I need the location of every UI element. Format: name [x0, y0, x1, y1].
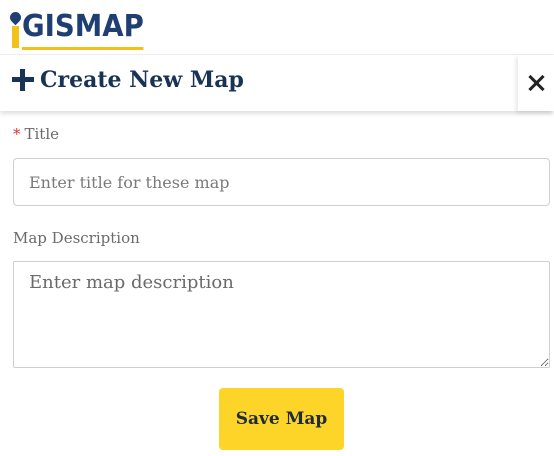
title-label-text: Title — [24, 125, 60, 143]
title-input[interactable] — [13, 158, 550, 206]
map-pin-icon — [7, 9, 24, 50]
save-map-button[interactable]: Save Map — [219, 388, 344, 450]
description-label: Map Description — [13, 229, 140, 247]
plus-icon — [12, 69, 34, 91]
required-mark: * — [13, 125, 21, 143]
modal-title: Create New Map — [12, 67, 244, 93]
modal-title-text: Create New Map — [40, 67, 244, 93]
logo-text: GISMAP — [22, 7, 144, 50]
modal-header: Create New Map — [0, 54, 554, 111]
title-label: * Title — [13, 125, 59, 143]
create-map-page: GISMAP Create New Map *Title Map Descrip… — [0, 0, 554, 456]
igismap-logo[interactable]: GISMAP — [7, 2, 154, 50]
close-button[interactable] — [518, 55, 554, 111]
description-textarea[interactable] — [13, 261, 550, 368]
close-icon — [528, 75, 544, 91]
